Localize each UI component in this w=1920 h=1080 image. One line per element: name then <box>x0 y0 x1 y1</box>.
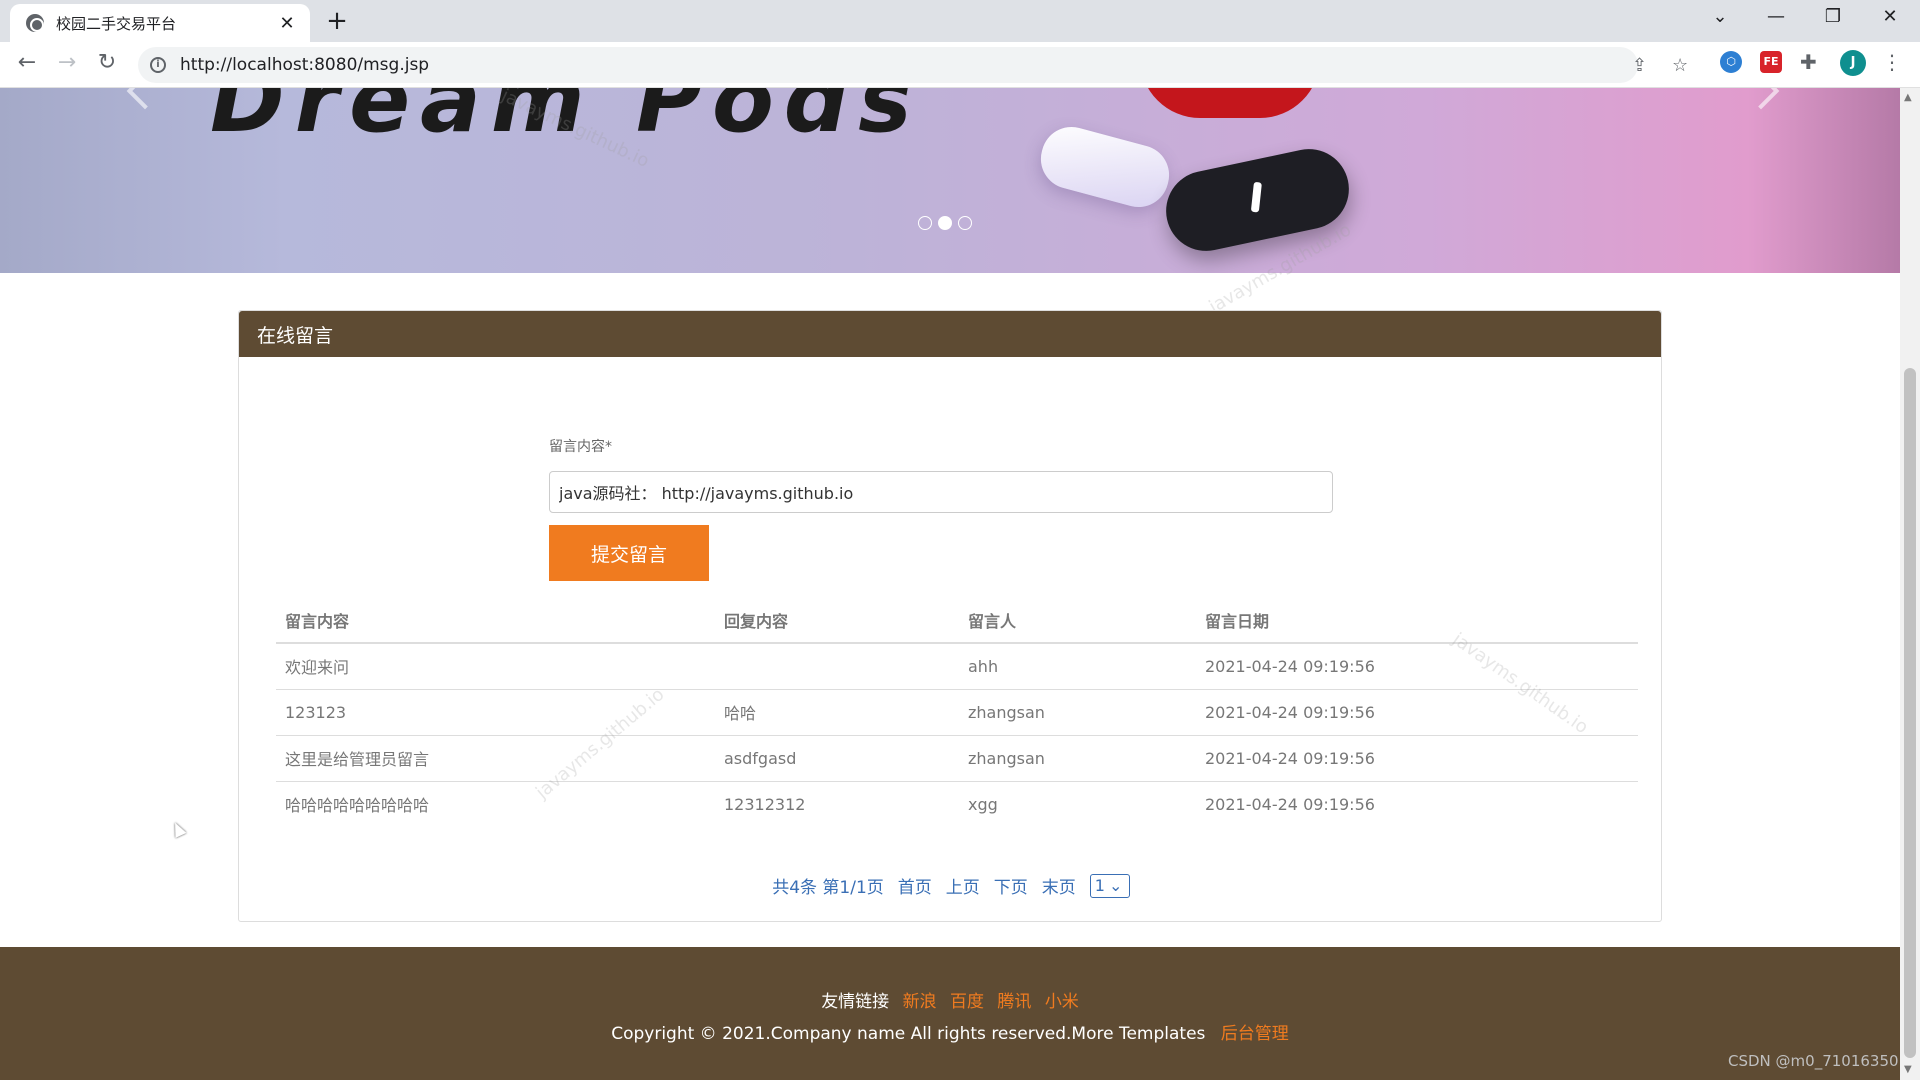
scroll-thumb[interactable] <box>1904 368 1916 1058</box>
reload-icon[interactable]: ↻ <box>92 50 122 75</box>
table-row: 哈哈哈哈哈哈哈哈哈 12312312 xgg 2021-04-24 09:19:… <box>276 781 1638 827</box>
link-tencent[interactable]: 腾讯 <box>997 992 1031 1012</box>
carousel-dot[interactable] <box>958 216 972 230</box>
footer: 友情链接 新浪 百度 腾讯 小米 Copyright © 2021.Compan… <box>0 947 1900 1080</box>
mouse-cursor-icon <box>169 820 187 838</box>
message-cell: 欢迎来问 <box>276 643 715 690</box>
close-tab-icon[interactable]: ✕ <box>276 13 298 34</box>
table-row: 这里是给管理员留言 asdfgasd zhangsan 2021-04-24 0… <box>276 735 1638 782</box>
column-header: 回复内容 <box>715 597 959 644</box>
scroll-up-icon[interactable]: ▲ <box>1904 92 1912 103</box>
table-header-row: 留言内容 回复内容 留言人 留言日期 <box>276 597 1638 644</box>
carousel-prev-icon[interactable] <box>126 88 164 110</box>
page-select[interactable]: 1 ⌄ <box>1089 873 1130 898</box>
white-earbud-case-image <box>1034 120 1176 214</box>
column-header: 留言人 <box>959 597 1196 644</box>
carousel-dot-active[interactable] <box>938 216 952 230</box>
extensions-puzzle-icon[interactable]: ✚ <box>1800 50 1817 74</box>
author-cell: xgg <box>968 794 998 814</box>
author-cell: ahh <box>959 643 1196 690</box>
link-baidu[interactable]: 百度 <box>950 992 984 1012</box>
extension-hex-icon[interactable]: ⬡ <box>1720 51 1742 73</box>
page-scrollbar[interactable]: ▲ ▼ <box>1900 88 1920 1080</box>
message-cell: 这里是给管理员留言 <box>276 735 715 782</box>
red-earbud-case-image <box>1140 88 1320 118</box>
bookmark-star-icon[interactable]: ☆ <box>1672 55 1688 76</box>
close-window-icon[interactable]: ✕ <box>1870 6 1910 27</box>
admin-link[interactable]: 后台管理 <box>1221 1024 1289 1044</box>
browser-toolbar: ← → ↻ i http://localhost:8080/msg.jsp ⇪ … <box>0 42 1920 88</box>
author-cell: zhangsan <box>959 689 1196 736</box>
chevron-down-icon: ⌄ <box>1108 876 1123 895</box>
message-table: 留言内容 回复内容 留言人 留言日期 欢迎来问 ahh 2021-04-24 0… <box>276 597 1638 827</box>
column-header: 留言内容 <box>276 597 715 644</box>
message-content-input[interactable] <box>549 471 1333 513</box>
online-message-panel: 在线留言 留言内容* 提交留言 留言内容 回复内容 留言人 留言日期 欢迎来问 <box>238 310 1662 922</box>
info-icon[interactable]: i <box>150 57 166 73</box>
carousel-next-icon[interactable] <box>1742 88 1780 110</box>
next-page-link[interactable]: 下页 <box>994 873 1028 898</box>
scroll-down-icon[interactable]: ▼ <box>1904 1064 1912 1075</box>
link-xiaomi[interactable]: 小米 <box>1045 992 1079 1012</box>
csdn-watermark: CSDN @m0_71016350 <box>1728 1052 1899 1070</box>
carousel-banner: Dream Pods <box>0 88 1900 273</box>
date-cell: 2021-04-24 09:19:56 <box>1196 643 1638 690</box>
browser-tab-strip: 校园二手交易平台 ✕ + ⌄ — ❐ ✕ <box>0 0 1920 42</box>
reply-cell: 哈哈 <box>715 689 959 736</box>
carousel-indicators <box>918 216 972 230</box>
globe-icon <box>26 14 44 32</box>
date-cell: 2021-04-24 09:19:56 <box>1205 794 1375 814</box>
extension-fe-icon[interactable]: FE <box>1760 51 1782 73</box>
page-select-value: 1 <box>1094 876 1105 895</box>
message-cell: 哈哈哈哈哈哈哈哈哈 <box>285 796 430 816</box>
footer-copyright: Copyright © 2021.Company name All rights… <box>0 1019 1900 1044</box>
page-viewport: Dream Pods javayms.github.io javayms.git… <box>0 88 1900 1080</box>
reply-cell: 12312312 <box>724 794 806 814</box>
copyright-text: Copyright © 2021.Company name All rights… <box>611 1024 1206 1044</box>
minimize-icon[interactable]: — <box>1756 6 1796 27</box>
browser-tab[interactable]: 校园二手交易平台 ✕ <box>10 4 310 42</box>
submit-message-button[interactable]: 提交留言 <box>549 525 709 581</box>
panel-title: 在线留言 <box>257 324 334 347</box>
table-row: 欢迎来问 ahh 2021-04-24 09:19:56 <box>276 643 1638 690</box>
forward-arrow-icon[interactable]: → <box>52 50 82 75</box>
new-tab-button[interactable]: + <box>322 6 352 36</box>
tab-search-icon[interactable]: ⌄ <box>1700 6 1740 27</box>
url-text[interactable]: http://localhost:8080/msg.jsp <box>180 55 429 75</box>
pagination-info: 共4条 第1/1页 <box>772 878 884 898</box>
back-arrow-icon[interactable]: ← <box>12 50 42 75</box>
tab-title: 校园二手交易平台 <box>56 14 177 33</box>
panel-header: 在线留言 <box>239 311 1661 357</box>
friend-links-label: 友情链接 <box>821 992 890 1012</box>
reply-cell <box>715 643 959 690</box>
profile-avatar[interactable]: J <box>1840 50 1866 76</box>
link-sina[interactable]: 新浪 <box>903 992 937 1012</box>
share-icon[interactable]: ⇪ <box>1632 55 1647 76</box>
browser-menu-icon[interactable]: ⋮ <box>1882 50 1902 74</box>
address-bar[interactable]: i http://localhost:8080/msg.jsp ⇪ ☆ <box>138 47 1688 83</box>
author-cell: zhangsan <box>959 735 1196 782</box>
column-header: 留言日期 <box>1196 597 1638 644</box>
friend-links: 友情链接 新浪 百度 腾讯 小米 <box>0 987 1900 1012</box>
restore-icon[interactable]: ❐ <box>1813 6 1853 27</box>
prev-page-link[interactable]: 上页 <box>946 873 980 898</box>
message-content-label: 留言内容* <box>549 439 612 455</box>
table-row: 123123 哈哈 zhangsan 2021-04-24 09:19:56 <box>276 689 1638 736</box>
reply-cell: asdfgasd <box>715 735 959 782</box>
first-page-link[interactable]: 首页 <box>898 873 932 898</box>
date-cell: 2021-04-24 09:19:56 <box>1196 735 1638 782</box>
pagination: 共4条 第1/1页 首页 上页 下页 末页 1 ⌄ <box>239 873 1663 898</box>
carousel-dot[interactable] <box>918 216 932 230</box>
last-page-link[interactable]: 末页 <box>1042 873 1076 898</box>
